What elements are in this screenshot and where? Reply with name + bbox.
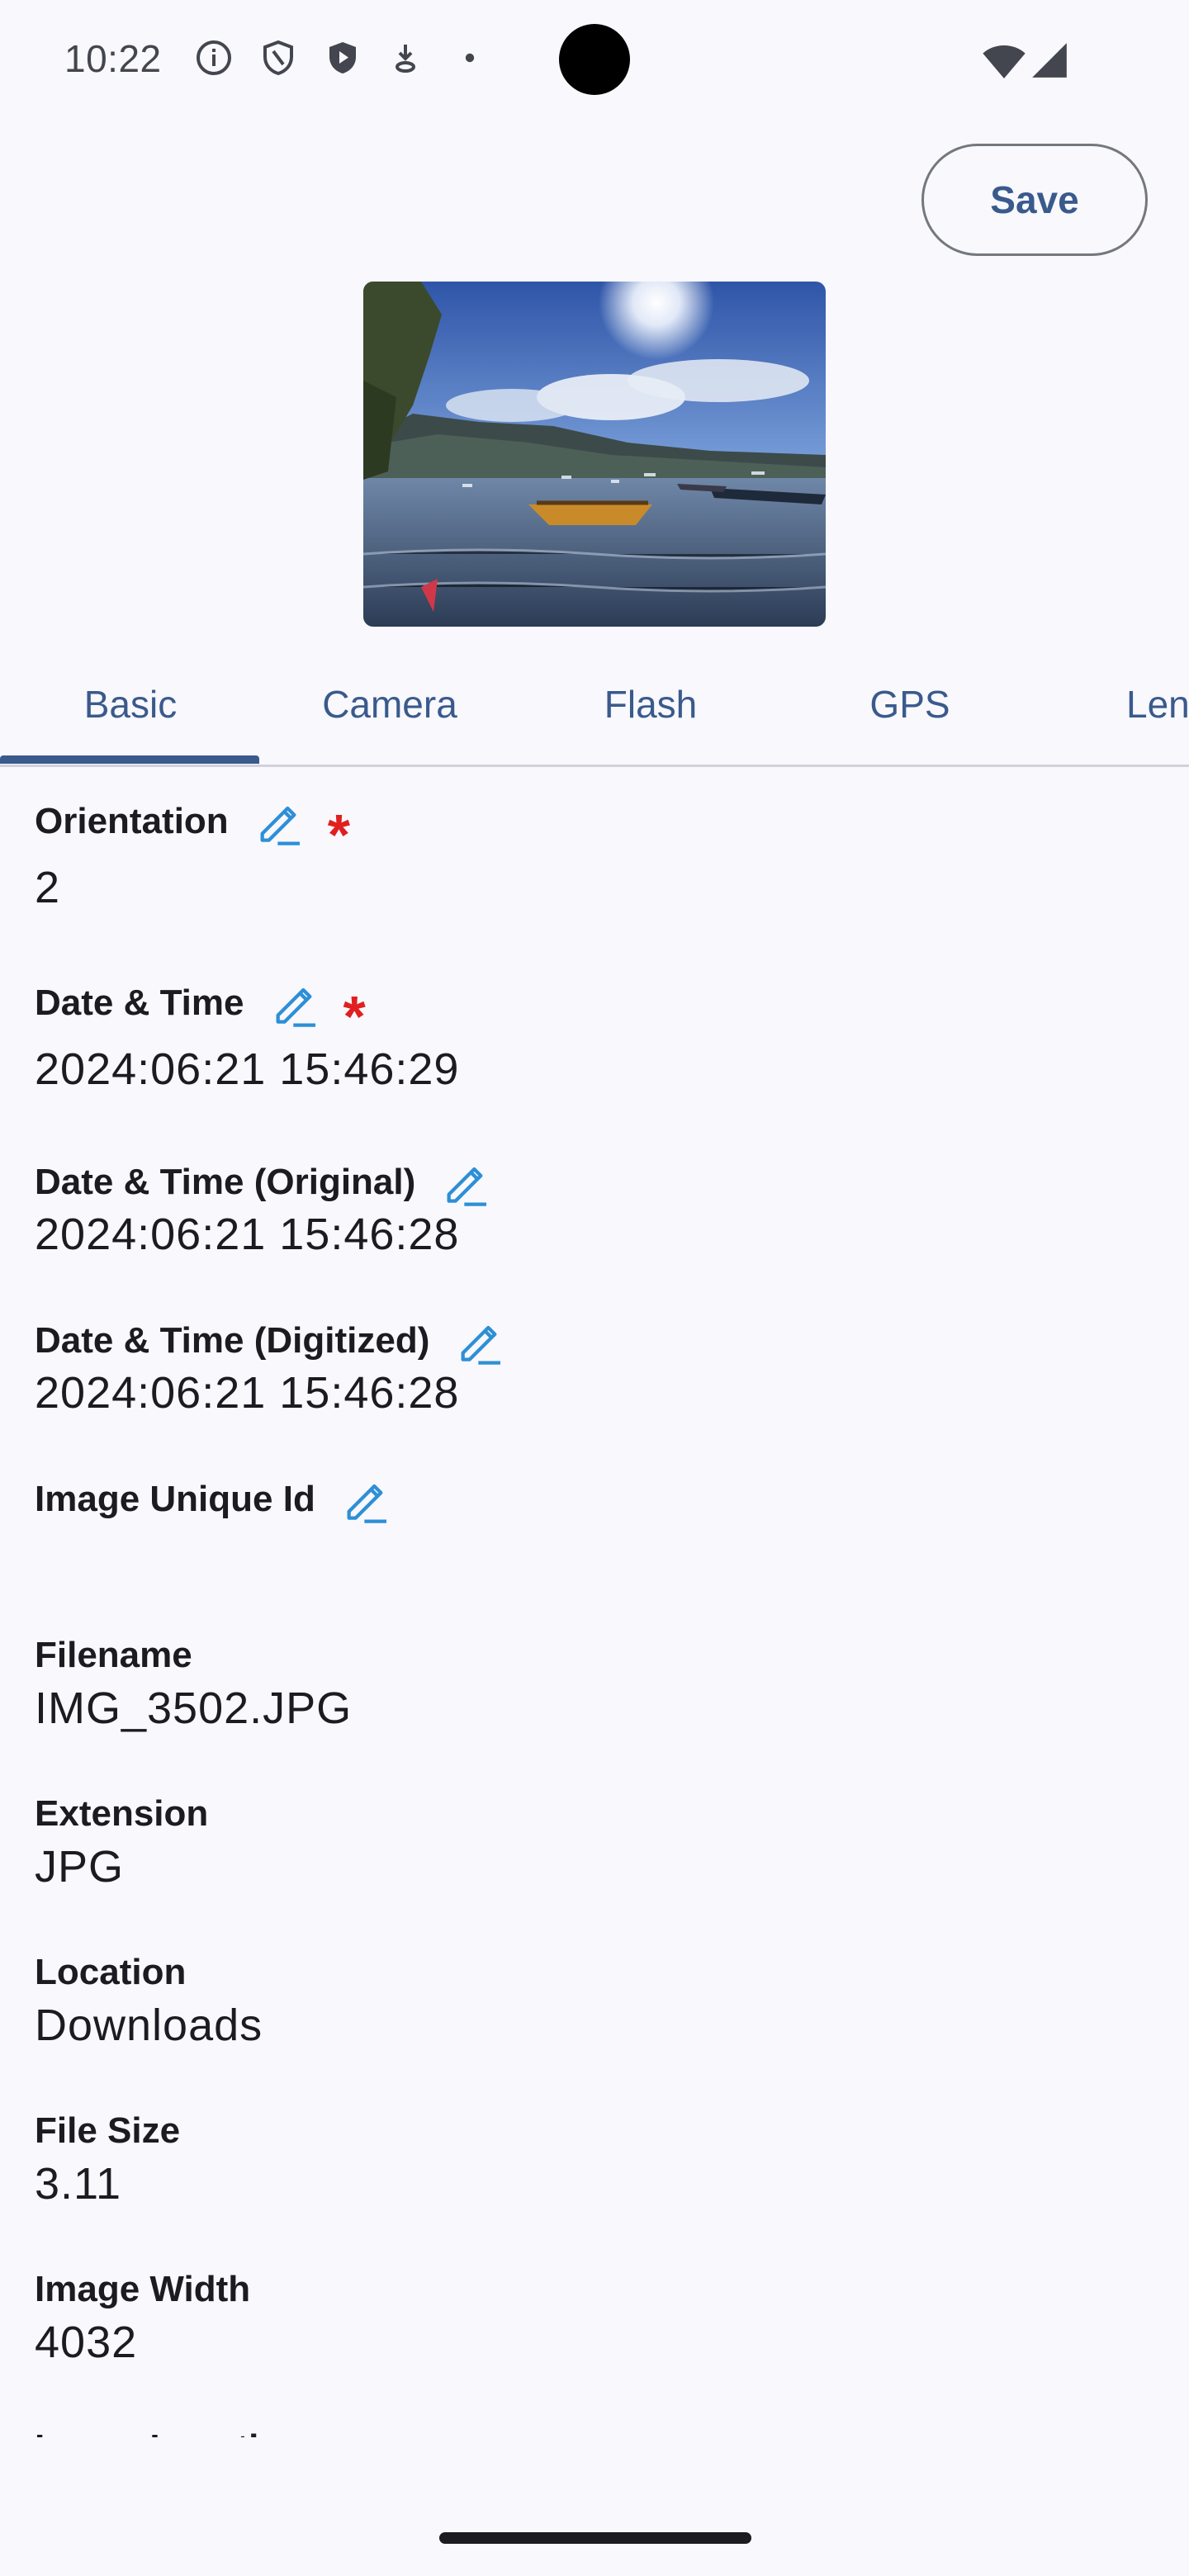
tab-camera[interactable]: Camera [259,644,520,765]
field-label: Date & Time (Digitized) [35,1320,430,1361]
field-label: File Size [35,2110,181,2151]
tab-label: GPS [869,683,950,726]
status-bar: 10:22 [0,0,1189,119]
field-value: 3.11 [35,2159,122,2209]
tab-label: Flash [604,683,698,726]
tab-gps[interactable]: GPS [779,644,1040,765]
tab-lens[interactable]: Len [1126,644,1189,765]
field-value: 2024:06:21 15:46:28 [35,1368,460,1418]
field-value: 2024:06:21 15:46:29 [35,1044,460,1094]
info-icon [194,38,234,78]
field-value: Downloads [35,2001,263,2050]
field-label: Location [35,1952,187,1992]
pencil-edit-icon[interactable] [340,1473,393,1526]
field-filename: Filename IMG_3502.JPG [35,1635,352,1734]
field-label: Filename [35,1635,192,1675]
tab-flash[interactable]: Flash [520,644,781,765]
pencil-edit-icon[interactable] [454,1314,507,1367]
field-location: Location Downloads [35,1952,263,2051]
field-value: 2024:06:21 15:46:28 [35,1210,460,1259]
required-asterisk: * [343,984,366,1049]
field-value: IMG_3502.JPG [35,1683,353,1733]
pencil-edit-icon[interactable] [253,795,306,848]
field-date-time: Date & Time * 2024:06:21 15:46:29 [35,974,459,1095]
field-label: Orientation [35,801,229,841]
field-image-unique-id: Image Unique Id [35,1473,393,1526]
download-icon [386,38,425,78]
photo-thumbnail [363,282,826,627]
field-value: 2 [35,863,61,912]
field-extension: Extension JPG [35,1793,208,1892]
save-button[interactable]: Save [921,144,1148,256]
field-label: Image Unique Id [35,1479,315,1519]
pencil-edit-icon[interactable] [440,1156,493,1209]
field-label: Image Length [35,2427,271,2437]
tab-selected-indicator [0,755,259,764]
field-label: Image Width [35,2269,251,2309]
field-image-length-clipped: Image Length [35,2427,365,2437]
status-time: 10:22 [64,37,162,80]
dot-icon [450,38,490,78]
field-orientation: Orientation * 2 [35,793,350,913]
field-label: Extension [35,1793,209,1834]
field-date-time-digitized: Date & Time (Digitized) 2024:06:21 15:46… [35,1314,507,1418]
field-file-size: File Size 3.11 [35,2110,180,2209]
shield-outline-icon [258,38,298,78]
home-gesture-handle[interactable] [439,2532,751,2544]
wifi-icon [981,38,1027,84]
field-value: 4032 [35,2318,138,2367]
tab-label: Len [1126,683,1189,726]
field-label: Date & Time [35,983,244,1023]
shield-play-icon [323,38,362,78]
camera-cutout [559,24,630,95]
required-asterisk: * [327,803,350,867]
cellular-signal-icon [1029,40,1070,81]
field-value: JPG [35,1842,125,1892]
field-date-time-original: Date & Time (Original) 2024:06:21 15:46:… [35,1156,493,1260]
tab-label: Basic [83,683,178,726]
tab-bar: Basic Camera Flash GPS Len [0,644,1189,767]
field-image-width: Image Width 4032 [35,2269,250,2368]
field-label: Date & Time (Original) [35,1162,416,1202]
pencil-edit-icon[interactable] [269,977,322,1030]
tab-label: Camera [322,683,457,726]
tab-basic[interactable]: Basic [0,644,261,765]
